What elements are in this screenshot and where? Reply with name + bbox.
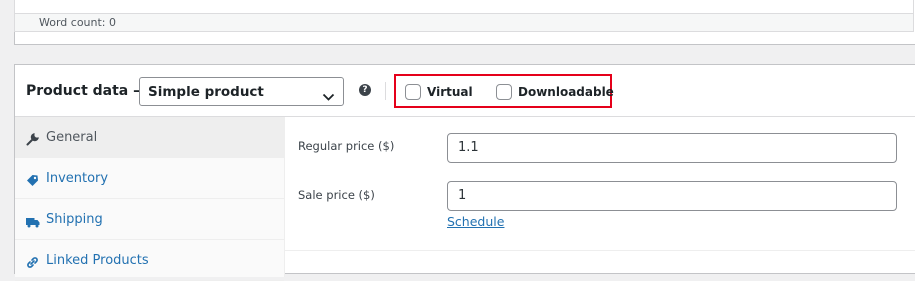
tab-linked-products[interactable]: Linked Products [15, 240, 284, 281]
regular-price-input[interactable]: 1.1 [447, 133, 897, 163]
header-divider [385, 82, 386, 100]
regular-price-label: Regular price ($) [298, 139, 395, 153]
downloadable-checkbox[interactable] [496, 84, 512, 100]
tab-linked-products-label: Linked Products [46, 253, 149, 268]
tab-shipping-label: Shipping [46, 212, 103, 227]
schedule-link[interactable]: Schedule [447, 215, 504, 229]
tab-inventory-label: Inventory [46, 171, 109, 186]
virtual-label[interactable]: Virtual [427, 84, 473, 100]
product-options-highlight: Virtual Downloadable [394, 74, 614, 108]
word-count: Word count: 0 [14, 13, 914, 32]
product-data-header: Product data — Simple product ? Virtual … [15, 65, 915, 117]
help-icon[interactable]: ? [359, 84, 371, 96]
product-data-title: Product data — [26, 83, 148, 99]
product-type-select[interactable]: Simple product [139, 77, 344, 106]
tab-general-label: General [46, 130, 98, 145]
wrench-icon [26, 131, 40, 146]
product-data-tabs: General Inventory Shipping Linked Produc… [15, 117, 285, 281]
link-icon [26, 254, 39, 268]
downloadable-label[interactable]: Downloadable [518, 84, 614, 100]
tab-shipping[interactable]: Shipping [15, 199, 284, 240]
truck-icon [26, 213, 40, 228]
product-data-panel: Product data — Simple product ? Virtual … [14, 64, 915, 281]
tab-general[interactable]: General [15, 117, 284, 158]
sale-price-input[interactable]: 1 [447, 181, 897, 211]
general-fields: Regular price ($) 1.1 Sale price ($) 1 [285, 117, 915, 251]
virtual-checkbox[interactable] [405, 84, 421, 100]
editor-content-area[interactable] [14, 0, 914, 13]
sale-price-label: Sale price ($) [298, 188, 375, 202]
tab-inventory[interactable]: Inventory [15, 158, 284, 199]
tag-icon [26, 172, 39, 186]
chevron-down-icon [322, 87, 335, 106]
product-type-value: Simple product [148, 84, 264, 100]
